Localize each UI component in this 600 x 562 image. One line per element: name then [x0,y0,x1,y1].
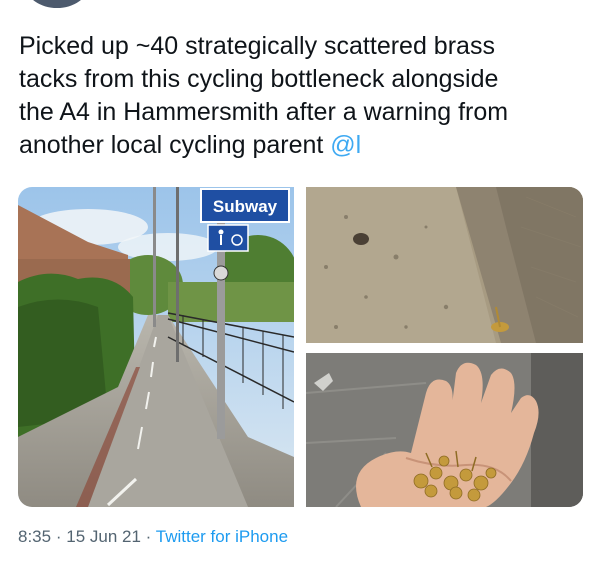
photo-street[interactable]: Subway [18,187,294,507]
photo-grid: Subway [18,187,583,507]
tweet-line-2: tacks from this cycling bottleneck along… [19,65,499,93]
concrete-image [306,187,583,343]
tweet-line-1: Picked up ~40 strategically scattered br… [19,32,495,60]
photo-concrete[interactable] [306,187,583,343]
tweet-metadata: 8:35 · 15 Jun 21 · Twitter for iPhone [18,527,288,547]
tweet-time[interactable]: 8:35 [18,527,51,546]
tweet-line-3: the A4 in Hammersmith after a warning fr… [19,98,509,126]
meta-separator: · [55,527,62,546]
subway-sign-label: Subway [213,197,278,216]
hand-image [306,353,583,507]
mention-link[interactable]: @l [330,131,361,159]
street-image: Subway [18,187,294,507]
tweet-source-link[interactable]: Twitter for iPhone [156,527,288,546]
photo-hand-tacks[interactable] [306,353,583,507]
tweet-date[interactable]: 15 Jun 21 [66,527,141,546]
tweet-line-4: another local cycling parent [19,131,331,159]
tweet-text: Picked up ~40 strategically scattered br… [19,30,589,162]
meta-separator-2: · [145,527,152,546]
avatar[interactable] [26,0,88,8]
